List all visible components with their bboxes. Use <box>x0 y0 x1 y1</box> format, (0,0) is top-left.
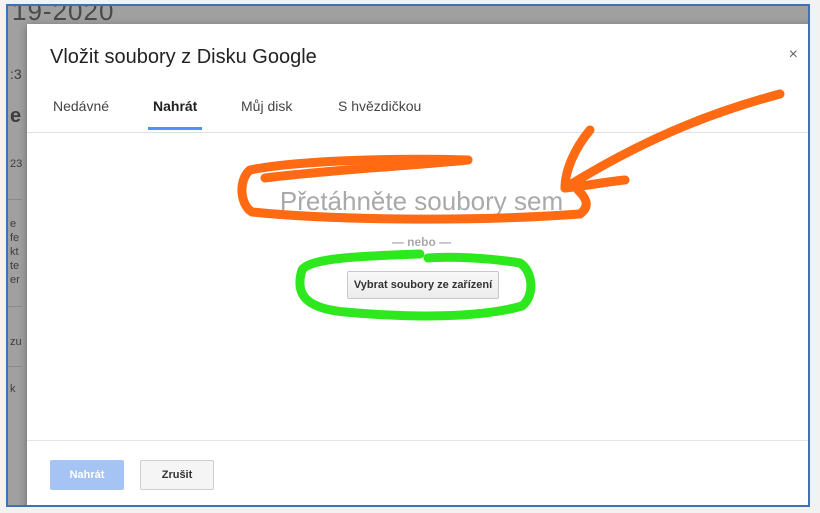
close-icon[interactable]: × <box>789 46 798 64</box>
background-fragment: k <box>10 383 16 395</box>
background-fragment: te <box>10 260 20 272</box>
tab-recent[interactable]: Nedávné <box>53 98 109 130</box>
background-divider <box>8 366 22 367</box>
background-fragment: e <box>10 218 17 230</box>
screenshot-frame: 19-2020 :3 e 23 e fe kt te er zu k cc da… <box>6 4 810 507</box>
background-fragment: e <box>10 105 22 127</box>
cancel-button[interactable]: Zrušit <box>140 460 214 490</box>
background-divider <box>8 199 22 200</box>
background-fragment: 23 <box>10 158 23 170</box>
background-fragment: kt <box>10 246 19 258</box>
background-fragment: :3 <box>10 66 22 82</box>
dialog-title: Vložit soubory z Disku Google <box>50 46 317 68</box>
upload-button[interactable]: Nahrát <box>50 460 124 490</box>
tab-upload[interactable]: Nahrát <box>148 98 203 130</box>
tab-my-drive[interactable]: Můj disk <box>241 98 292 130</box>
background-divider <box>8 306 22 307</box>
footer-divider <box>27 440 808 441</box>
insert-from-drive-dialog: Vložit soubory z Disku Google × Nedávné … <box>27 24 808 505</box>
or-separator: — nebo — <box>391 235 452 249</box>
drop-zone-text[interactable]: Přetáhněte soubory sem <box>27 186 808 217</box>
select-files-button[interactable]: Vybrat soubory ze zařízení <box>347 271 499 299</box>
background-fragment: zu <box>10 336 22 348</box>
tab-starred[interactable]: S hvězdičkou <box>338 98 421 130</box>
background-fragment: fe <box>10 232 20 244</box>
tab-bar: Nedávné Nahrát Můj disk S hvězdičkou <box>27 92 808 133</box>
background-fragment: er <box>10 274 20 286</box>
